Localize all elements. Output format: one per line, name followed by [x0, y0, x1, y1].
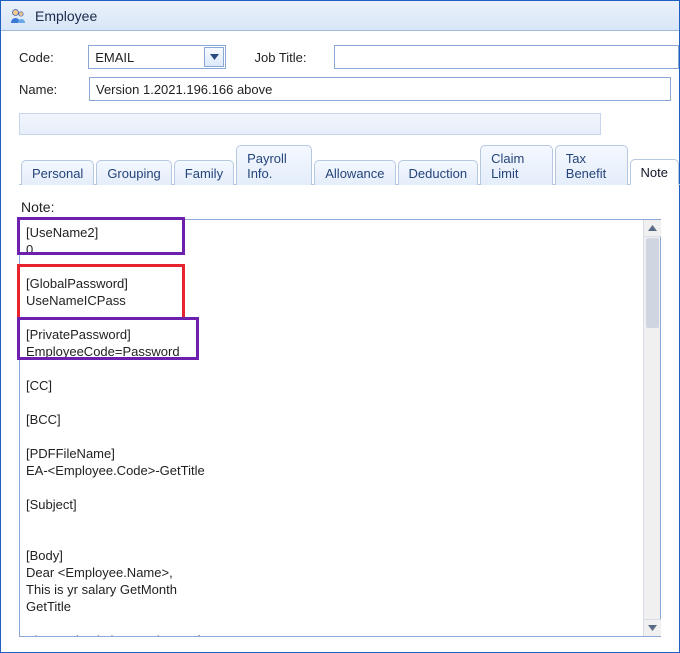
name-field[interactable]: Version 1.2021.196.166 above	[89, 77, 671, 101]
tab-note[interactable]: Note	[630, 159, 679, 185]
tab-allowance[interactable]: Allowance	[314, 160, 395, 185]
code-value: EMAIL	[95, 50, 134, 65]
jobtitle-label: Job Title:	[254, 50, 323, 65]
tab-deduction[interactable]: Deduction	[398, 160, 479, 185]
employee-icon	[9, 7, 27, 25]
scrollbar[interactable]	[643, 220, 660, 636]
name-label: Name:	[19, 82, 79, 97]
tab-strip: PersonalGroupingFamilyPayroll Info.Allow…	[19, 153, 680, 185]
tab-payroll-info[interactable]: Payroll Info.	[236, 145, 312, 185]
scroll-up-icon[interactable]	[644, 220, 661, 237]
scroll-thumb[interactable]	[646, 238, 659, 328]
tab-family[interactable]: Family	[174, 160, 234, 185]
tab-grouping[interactable]: Grouping	[96, 160, 171, 185]
chevron-down-icon[interactable]	[204, 47, 224, 67]
note-label: Note:	[21, 199, 679, 215]
code-label: Code:	[19, 50, 78, 65]
window-title: Employee	[35, 8, 97, 24]
tab-claim-limit[interactable]: Claim Limit	[480, 145, 553, 185]
note-textarea[interactable]: [UseName2] 0 [GlobalPassword] UseNameICP…	[20, 220, 660, 636]
tab-personal[interactable]: Personal	[21, 160, 94, 185]
name-value: Version 1.2021.196.166 above	[96, 82, 272, 97]
code-combobox[interactable]: EMAIL	[88, 45, 226, 69]
jobtitle-field[interactable]	[334, 45, 679, 69]
scroll-down-icon[interactable]	[644, 619, 661, 636]
note-area: [UseName2] 0 [GlobalPassword] UseNameICP…	[19, 219, 661, 637]
status-strip	[19, 113, 601, 135]
window-titlebar: Employee	[1, 1, 679, 31]
tab-tax-benefit[interactable]: Tax Benefit	[555, 145, 628, 185]
